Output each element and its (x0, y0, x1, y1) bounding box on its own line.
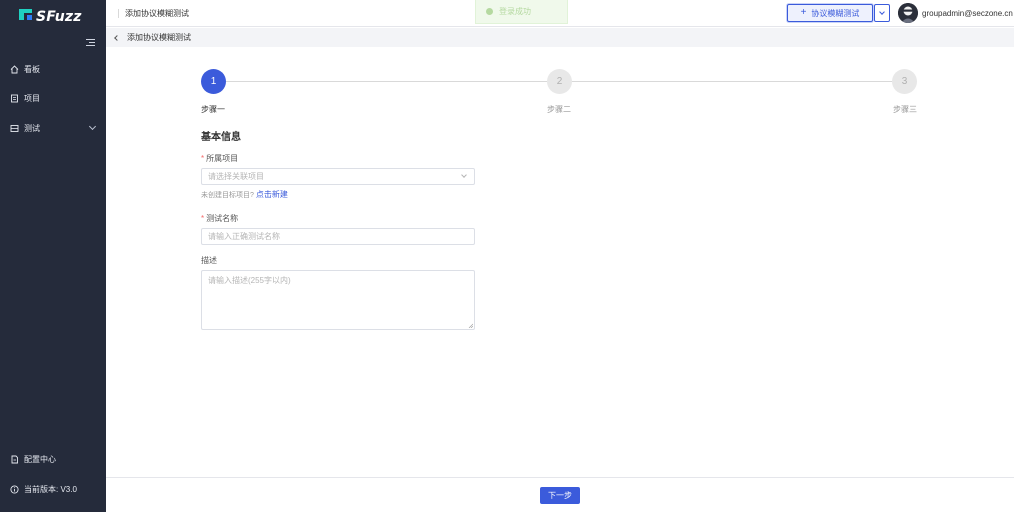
chevron-down-icon (88, 122, 97, 131)
logo-mark-icon (18, 8, 36, 26)
hint-text: 未创建目标项目? (201, 192, 254, 199)
description-label: 描述 (201, 256, 217, 265)
sidebar-item-label: 配置中心 (24, 454, 56, 464)
breadcrumb-bar: 添加协议模糊测试 (106, 28, 1014, 47)
success-toast: 登录成功 (475, 0, 568, 24)
project-label: * 所属项目 (201, 153, 238, 164)
document-icon (10, 94, 19, 103)
top-header: 添加协议模糊测试 登录成功 + 协议模糊测试 groupadmin@seczon… (106, 0, 1014, 27)
sidebar-item-label: 看板 (24, 64, 40, 74)
check-circle-icon (486, 8, 493, 15)
chevron-down-icon (461, 172, 467, 178)
home-icon (10, 64, 19, 74)
brand-logo[interactable]: SFuzz (18, 6, 82, 28)
version-info: 当前版本: V3.0 (0, 479, 106, 499)
list-icon (10, 124, 19, 133)
back-arrow-icon[interactable] (114, 34, 120, 41)
chevron-down-icon (879, 9, 885, 15)
project-label-text: 所属项目 (206, 154, 239, 163)
toast-text: 登录成功 (499, 7, 531, 16)
step-3-indicator: 3 (892, 69, 917, 94)
create-project-link[interactable]: 点击新建 (256, 190, 288, 199)
add-options-dropdown[interactable] (874, 4, 890, 22)
add-protocol-fuzz-button[interactable]: + 协议模糊测试 (787, 4, 873, 22)
step-connector (226, 81, 547, 82)
step-connector (572, 81, 892, 82)
step-progress: 1 2 3 步骤一 步骤二 步骤三 (201, 69, 917, 119)
sidebar-item-config-center[interactable]: 配置中心 (0, 449, 106, 469)
sidebar: SFuzz 看板 项目 测试 配置中心 当前版本: V3.0 (0, 0, 106, 512)
test-name-label-text: 测试名称 (206, 214, 239, 223)
page-title: 添加协议模糊测试 (118, 9, 189, 18)
step-2-label: 步骤二 (547, 105, 571, 114)
project-select-placeholder: 请选择关联项目 (208, 172, 264, 181)
sidebar-item-label: 测试 (24, 123, 40, 133)
config-icon (10, 455, 19, 464)
menu-collapse-icon[interactable] (86, 39, 95, 47)
plus-icon: + (800, 7, 807, 18)
step-1-label: 步骤一 (201, 105, 225, 114)
section-title: 基本信息 (201, 132, 241, 143)
test-name-label: * 测试名称 (201, 213, 238, 224)
sidebar-item-tests[interactable]: 测试 (0, 118, 106, 138)
sidebar-item-label: 项目 (24, 93, 40, 103)
sidebar-item-dashboard[interactable]: 看板 (0, 59, 106, 79)
step-1-indicator: 1 (201, 69, 226, 94)
test-name-placeholder: 请输入正确测试名称 (208, 232, 280, 241)
create-project-hint: 未创建目标项目? 点击新建 (201, 189, 288, 200)
step-2-indicator: 2 (547, 69, 572, 94)
form-footer: 下一步 (106, 477, 1014, 512)
resize-handle-icon[interactable] (468, 323, 473, 328)
sidebar-item-projects[interactable]: 项目 (0, 88, 106, 108)
description-textarea[interactable]: 请输入描述(255字以内) (201, 270, 475, 330)
info-icon (10, 484, 19, 494)
step-3-label: 步骤三 (893, 105, 917, 114)
user-email[interactable]: groupadmin@seczone.cn (922, 9, 1013, 18)
required-mark: * (201, 214, 205, 223)
test-name-input[interactable]: 请输入正确测试名称 (201, 228, 475, 245)
next-step-button[interactable]: 下一步 (540, 487, 580, 504)
user-avatar[interactable] (898, 3, 918, 23)
required-mark: * (201, 154, 205, 163)
add-button-label: 协议模糊测试 (811, 8, 860, 18)
description-placeholder: 请输入描述(255字以内) (208, 276, 291, 285)
breadcrumb-title: 添加协议模糊测试 (127, 33, 191, 42)
project-select[interactable]: 请选择关联项目 (201, 168, 475, 185)
brand-name: SFuzz (36, 9, 82, 25)
version-label: 当前版本: V3.0 (24, 484, 77, 494)
